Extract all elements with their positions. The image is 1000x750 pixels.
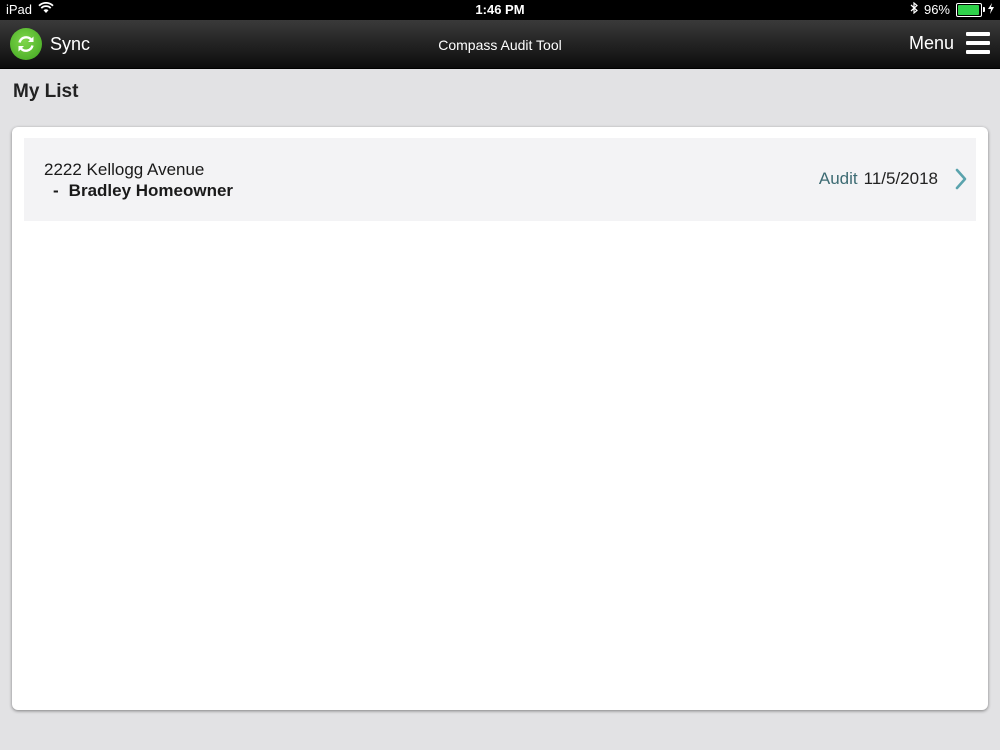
battery-icon: [956, 2, 985, 17]
status-right: 96%: [910, 1, 994, 17]
page-title: My List: [13, 81, 79, 102]
item-address: 2222 Kellogg Avenue: [44, 160, 205, 179]
item-type: Audit: [818, 169, 858, 188]
battery-fill: [958, 4, 979, 15]
menu-label: Menu: [908, 32, 954, 53]
menu-button[interactable]: Menu: [909, 32, 990, 54]
item-owner-line: - Bradley Homeowner: [53, 181, 233, 201]
chevron-right-icon: [954, 167, 968, 191]
list-card: 2222 Kellogg Avenue - Bradley Homeowner A…: [12, 127, 988, 710]
status-time: 1:46 PM: [475, 2, 525, 17]
charging-icon: [988, 2, 994, 17]
item-date: 11/5/2018: [863, 169, 938, 188]
app-title: Compass Audit Tool: [438, 37, 562, 53]
item-owner: Bradley Homeowner: [68, 181, 234, 200]
item-owner-dash: -: [53, 181, 59, 200]
hamburger-icon: [966, 32, 990, 54]
item-meta: Audit 11/5/2018: [819, 167, 968, 191]
bluetooth-icon: [910, 1, 918, 17]
status-bar: iPad 1:46 PM 96%: [0, 0, 1000, 20]
battery-percent: 96%: [923, 2, 950, 17]
list-item[interactable]: 2222 Kellogg Avenue - Bradley Homeowner A…: [24, 138, 976, 221]
nav-bar: Sync Compass Audit Tool Menu: [0, 20, 1000, 69]
